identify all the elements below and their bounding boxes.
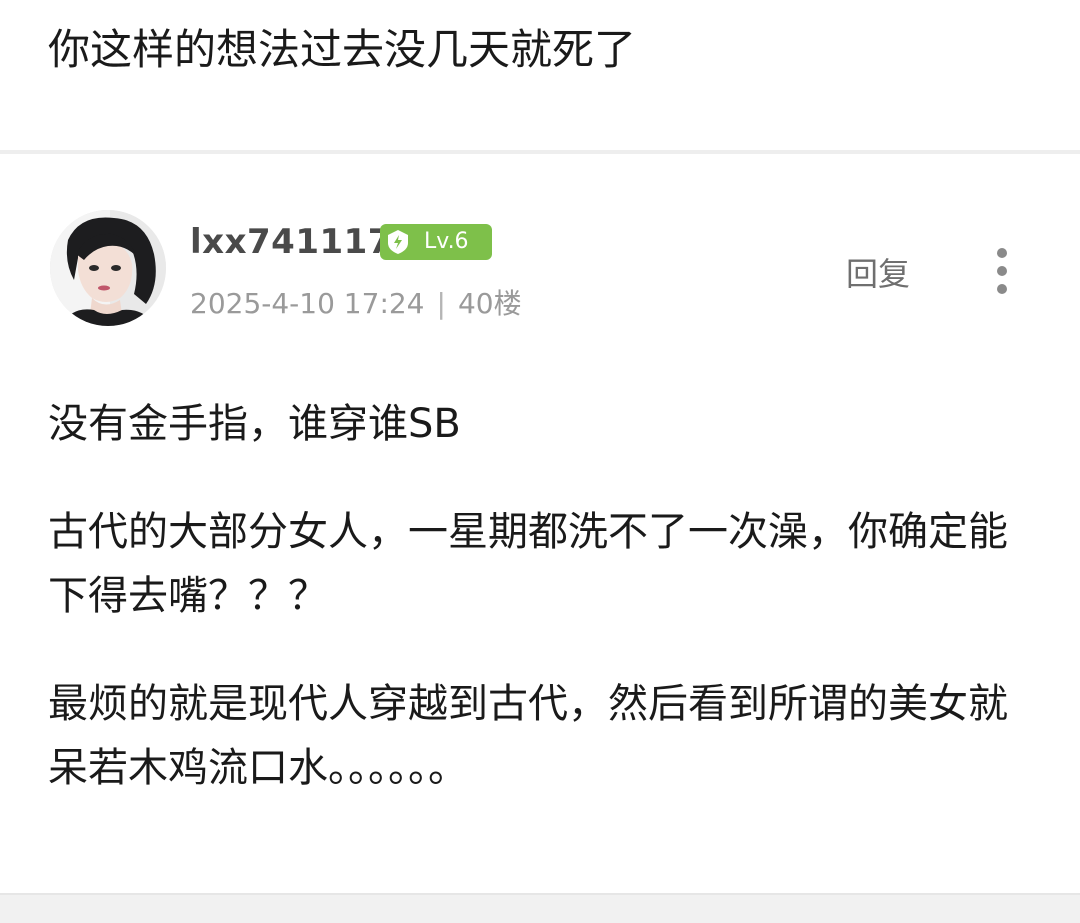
comment-date: 2025-4-10 17:24 <box>190 287 425 320</box>
username[interactable]: lxx741117 <box>190 218 392 266</box>
comment-meta: 2025-4-10 17:24 | 40楼 <box>190 284 522 324</box>
comment-paragraph: 没有金手指，谁穿谁SB <box>48 401 461 447</box>
level-shield-icon <box>380 224 416 260</box>
comment-body: 没有金手指，谁穿谁SB 古代的大部分女人，一星期都洗不了一次澡，你确定能下得去嘴… <box>48 392 1038 844</box>
level-badge: Lv.6 <box>380 224 492 260</box>
meta-separator: | <box>436 287 446 320</box>
reply-button[interactable]: 回复 <box>846 252 910 296</box>
previous-post: 你这样的想法过去没几天就死了 <box>0 0 1080 150</box>
floor-number: 40楼 <box>457 287 522 320</box>
avatar-portrait <box>50 210 166 326</box>
level-label: Lv.6 <box>424 229 469 254</box>
post-divider <box>0 150 1080 154</box>
user-avatar[interactable] <box>50 210 166 326</box>
section-divider <box>0 893 1080 923</box>
vertical-dots-icon[interactable] <box>990 246 1014 296</box>
comment-paragraph: 最烦的就是现代人穿越到古代，然后看到所谓的美女就呆若木鸡流口水。。。。。。 <box>48 681 1008 791</box>
previous-post-text: 你这样的想法过去没几天就死了 <box>48 25 637 74</box>
comment-paragraph: 古代的大部分女人，一星期都洗不了一次澡，你确定能下得去嘴？？？ <box>48 509 1008 619</box>
